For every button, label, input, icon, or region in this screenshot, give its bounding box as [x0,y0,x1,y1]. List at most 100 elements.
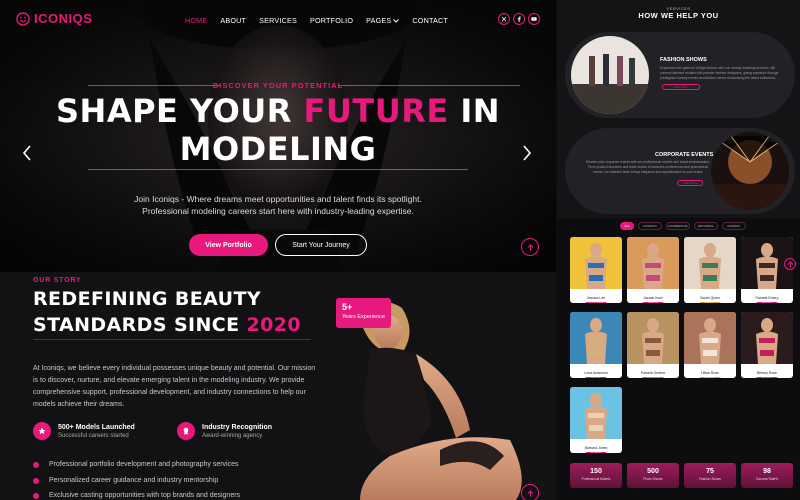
hero-desc-line1: Join Iconiqs - Where dreams meet opportu… [134,194,422,204]
service-name: FASHION SHOWS [660,57,707,63]
corporate-event-photo [711,132,789,210]
nav-pages[interactable]: PAGES [366,16,400,25]
story-divider [33,339,311,340]
service-description: Elevate your corporate events with our p… [586,160,710,174]
hero-desc-line2: Professional modeling careers start here… [142,206,414,216]
service-name: CORPORATE EVENTS [655,152,714,158]
model-card[interactable]: Lillian Rose Fashion [684,312,736,378]
counter-value: 150 [590,468,602,475]
model-card[interactable]: Pamela Emery Runway [741,237,793,303]
x-icon[interactable] [498,13,510,25]
model-name: Barbara Jones [584,446,608,450]
star-icon [33,422,51,440]
model-photo [627,237,679,289]
filter-editorial[interactable]: EDITORIAL [694,222,718,230]
right-column: SERVICES HOW WE HELP YOU FASHION SHOWS E… [557,0,800,500]
model-card[interactable]: Sarah Quinn Fashion [684,237,736,303]
nav-home[interactable]: HOME [185,16,207,25]
feature-list-item: Personalized career guidance and industr… [33,477,218,484]
counter-label: Professional Models [581,477,611,481]
arrow-up-icon [527,243,533,250]
counter-value: 500 [647,468,659,475]
facebook-icon[interactable] [513,13,525,25]
hero-title: SHAPE YOUR FUTURE IN MODELING [0,92,556,168]
model-photo [684,237,736,289]
hero-description: Join Iconiqs - Where dreams meet opportu… [0,193,556,217]
stat-title: 500+ Models Launched [58,423,135,431]
scroll-top-button[interactable] [521,484,539,500]
model-photo [741,312,793,364]
filter-commercial[interactable]: COMMERCIAL [666,222,690,230]
bullet-icon [33,492,39,499]
stat-subtitle: Award-winning agency [202,432,263,439]
model-category-badge: Fashion [699,302,721,303]
model-category-badge: Runway [585,377,607,378]
model-card[interactable]: Jasmin Irwin Editorial [627,237,679,303]
service-description: Experience the glamour of high fashion w… [660,66,779,80]
nav-portfolio[interactable]: PORTFOLIO [310,16,353,25]
story-title-line2: STANDARDS SINCE [33,314,247,336]
model-name: Jessica Lee [586,296,606,300]
hero-title-part2: IN [448,92,501,130]
feature-list-item: Professional portfolio development and p… [33,461,239,468]
story-body: At Iconiqs, we believe every individual … [33,365,316,408]
nav-services[interactable]: SERVICES [259,16,297,25]
model-photo [684,312,736,364]
nav-pages-label: PAGES [366,16,392,25]
service-card-fashion-shows: FASHION SHOWS Experience the glamour of … [565,32,795,118]
youtube-icon[interactable] [528,13,540,25]
model-card[interactable]: Jessica Lee Commercial [570,237,622,303]
counter-label: Success Rate% [755,477,779,481]
model-name: Luna Anderson [584,371,608,375]
counter-value: 75 [706,468,714,475]
services-title: HOW WE HELP YOU [638,11,719,20]
model-category-badge: Fashion [585,452,607,453]
counter-photo-shoots: 500 Photo Shoots [627,463,679,488]
service-card-corporate-events: CORPORATE EVENTS Elevate your corporate … [565,128,795,214]
model-card[interactable]: Britney Rose Runway [741,312,793,378]
counter-value: 98 [763,468,771,475]
scroll-top-button[interactable] [521,238,539,256]
filter-fashion[interactable]: FASHION [638,222,662,230]
logo[interactable]: ICONIQS [16,11,92,26]
counter-fashion-shows: 75 Fashion Shows [684,463,736,488]
nav-about[interactable]: ABOUT [220,16,246,25]
nav-contact[interactable]: CONTACT [412,16,448,25]
model-name: Pamela Greene [640,371,666,375]
learn-more-button[interactable]: Learn More [662,84,700,90]
model-card[interactable]: Pamela Greene Commercial [627,312,679,378]
logo-text: ICONIQS [34,11,93,26]
stat-models-launched: 500+ Models Launched Successful careers s… [33,422,135,440]
model-card[interactable]: Barbara Jones Fashion [570,387,622,453]
feature-text: Exclusive casting opportunities with top… [49,492,241,499]
hero-title-part3: MODELING [179,130,377,168]
slider-prev-icon[interactable] [22,145,32,161]
view-portfolio-button[interactable]: View Portfolio [189,234,268,256]
model-photo [570,312,622,364]
scroll-top-button[interactable] [784,258,796,270]
slider-next-icon[interactable] [522,145,532,161]
story-title: REDEFINING BEAUTY STANDARDS SINCE 2020 [33,286,301,338]
model-filters: ALL FASHION COMMERCIAL EDITORIAL RUNWAY [620,222,746,230]
hero-title-rule [88,169,468,170]
feature-text: Professional portfolio development and p… [49,461,239,468]
stat-industry-recognition: Industry Recognition Award-winning agency [177,422,272,440]
hero-section: ICONIQS HOME ABOUT SERVICES PORTFOLIO PA… [0,0,556,272]
hero-title-highlight: FUTURE [303,92,449,130]
counter-success-rate: 98 Success Rate% [741,463,793,488]
award-icon [177,422,195,440]
model-category-badge: Editorial [642,302,664,303]
model-card[interactable]: Luna Anderson Runway [570,312,622,378]
start-journey-button[interactable]: Start Your Journey [275,234,367,256]
arrow-up-icon [787,260,793,267]
stat-title: Industry Recognition [202,423,272,431]
top-nav: ICONIQS HOME ABOUT SERVICES PORTFOLIO PA… [0,0,556,40]
filter-runway[interactable]: RUNWAY [722,222,746,230]
model-category-badge: Commercial [642,377,664,378]
learn-more-button[interactable]: Learn More [677,180,703,186]
model-photo [570,387,622,439]
filter-all[interactable]: ALL [620,222,634,230]
services-section: SERVICES HOW WE HELP YOU FASHION SHOWS E… [557,0,800,218]
smile-logo-icon [16,11,30,26]
model-category-badge: Commercial [585,302,607,303]
